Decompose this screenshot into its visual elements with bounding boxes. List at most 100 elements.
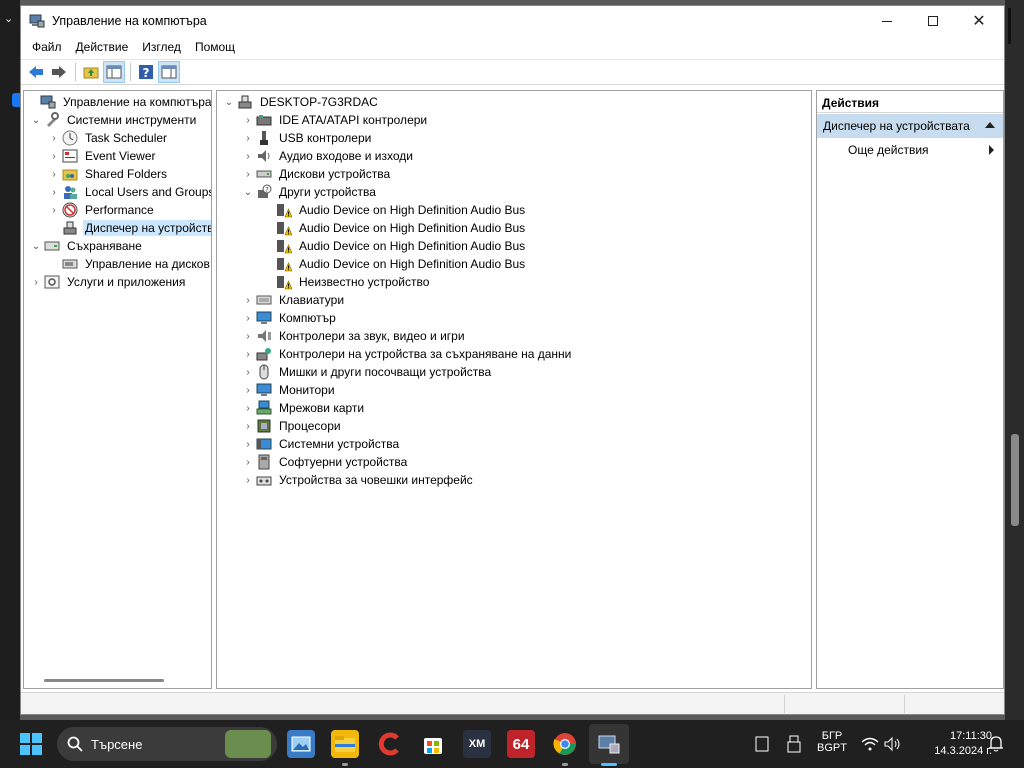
chevron-right-icon[interactable]: ›: [240, 471, 256, 489]
back-button[interactable]: [25, 61, 47, 83]
chevron-right-icon[interactable]: ›: [240, 147, 256, 165]
tree-item-category[interactable]: › Системни устройства: [240, 435, 401, 453]
console-tree-pane[interactable]: Управление на компютъра (л ⌄ Системни ин…: [23, 90, 212, 689]
clock[interactable]: 17:11:30 14.3.2024 г.: [912, 729, 992, 759]
volume-icon[interactable]: [884, 736, 902, 752]
taskbar-search[interactable]: Търсене: [57, 727, 277, 761]
tree-item-computer-root[interactable]: ⌄ DESKTOP-7G3RDAC: [221, 93, 380, 111]
tablet-icon[interactable]: [755, 736, 769, 752]
chevron-down-icon[interactable]: ⌄: [240, 183, 256, 201]
computer-management-icon[interactable]: [595, 730, 623, 758]
microsoft-store-icon[interactable]: [419, 730, 447, 758]
chevron-right-icon[interactable]: ›: [240, 327, 256, 345]
tree-item-performance[interactable]: › Performance: [46, 201, 156, 219]
maximize-button[interactable]: [910, 6, 956, 36]
chevron-right-icon[interactable]: ›: [240, 417, 256, 435]
chrome-icon[interactable]: [551, 730, 579, 758]
chevron-down-icon[interactable]: ⌄: [28, 111, 44, 129]
expander[interactable]: [24, 93, 40, 111]
desktop-scrollbar-thumb[interactable]: [1011, 434, 1019, 526]
menu-action[interactable]: Действие: [69, 36, 136, 58]
tree-item-device[interactable]: Неизвестно устройство: [260, 273, 431, 291]
tree-item-other-devices[interactable]: ⌄ ? Други устройства: [240, 183, 378, 201]
tree-item-services[interactable]: › Услуги и приложения: [28, 273, 187, 291]
menu-file[interactable]: Файл: [25, 36, 69, 58]
chevron-right-icon[interactable]: ›: [46, 183, 62, 201]
tree-item-disk-management[interactable]: Управление на дисков: [46, 255, 211, 273]
actions-section-device-manager[interactable]: Диспечер на устройствата: [817, 114, 1003, 138]
menu-help[interactable]: Помощ: [188, 36, 242, 58]
menu-view[interactable]: Изглед: [135, 36, 188, 58]
language-indicator[interactable]: БГР BGPT: [815, 730, 849, 754]
tree-item-device[interactable]: Audio Device on High Definition Audio Bu…: [260, 237, 527, 255]
collapse-up-icon[interactable]: [985, 122, 995, 128]
tree-item-category[interactable]: › Софтуерни устройства: [240, 453, 409, 471]
tree-item-task-scheduler[interactable]: › Task Scheduler: [46, 129, 169, 147]
tree-item-local-users[interactable]: › Local Users and Groups: [46, 183, 211, 201]
tree-item-event-viewer[interactable]: › Event Viewer: [46, 147, 157, 165]
disk-drive-icon: [256, 170, 272, 178]
chevron-right-icon[interactable]: ›: [240, 399, 256, 417]
chevron-right-icon[interactable]: ›: [240, 381, 256, 399]
tree-item-storage[interactable]: ⌄ Съхраняване: [28, 237, 144, 255]
help-button[interactable]: ?: [135, 61, 157, 83]
chevron-right-icon[interactable]: ›: [46, 201, 62, 219]
chevron-right-icon[interactable]: ›: [240, 435, 256, 453]
chevron-right-icon[interactable]: ›: [240, 363, 256, 381]
device-tree-pane[interactable]: ⌄ DESKTOP-7G3RDAC › IDE ATA/ATAPI контрол…: [216, 90, 812, 689]
notification-bell-icon[interactable]: [988, 735, 1004, 753]
tree-item-category[interactable]: › USB контролери: [240, 129, 373, 147]
show-hide-action-pane-button[interactable]: [158, 61, 180, 83]
chevron-right-icon[interactable]: ›: [240, 345, 256, 363]
aida64-icon[interactable]: 64: [507, 730, 535, 758]
chevron-right-icon[interactable]: ›: [240, 111, 256, 129]
close-button[interactable]: ✕: [956, 6, 1002, 36]
tree-item-category[interactable]: › Процесори: [240, 417, 343, 435]
tree-item-device[interactable]: Audio Device on High Definition Audio Bu…: [260, 255, 527, 273]
tree-item-category[interactable]: › Аудио входове и изходи: [240, 147, 415, 165]
xmplay-icon[interactable]: XM: [463, 730, 491, 758]
usb-device-icon[interactable]: [787, 735, 801, 753]
tree-item-device[interactable]: Audio Device on High Definition Audio Bu…: [260, 201, 527, 219]
tree-item-shared-folders[interactable]: › Shared Folders: [46, 165, 169, 183]
tree-item-category[interactable]: › Компютър: [240, 309, 338, 327]
horizontal-scrollbar[interactable]: [44, 679, 164, 682]
start-button[interactable]: [20, 733, 42, 755]
tree-item-category[interactable]: › IDE ATA/ATAPI контролери: [240, 111, 429, 129]
chevron-down-icon[interactable]: ⌄: [221, 93, 237, 111]
tree-item-root[interactable]: Управление на компютъра (л: [24, 93, 211, 111]
file-explorer-icon[interactable]: [331, 730, 359, 758]
tree-item-category[interactable]: › Клавиатури: [240, 291, 346, 309]
chevron-right-icon[interactable]: ›: [240, 291, 256, 309]
chevron-right-icon[interactable]: ›: [240, 165, 256, 183]
tree-item-category[interactable]: › Мишки и други посочващи устройства: [240, 363, 493, 381]
wifi-icon[interactable]: [861, 737, 879, 751]
maximize-icon: [928, 16, 938, 26]
show-hide-console-tree-button[interactable]: [103, 61, 125, 83]
tree-item-category[interactable]: › Мрежови карти: [240, 399, 366, 417]
chevron-right-icon[interactable]: ›: [240, 129, 256, 147]
tree-item-device-manager[interactable]: Диспечер на устройств: [46, 219, 211, 237]
chevron-right-icon[interactable]: ›: [240, 453, 256, 471]
up-one-level-button[interactable]: [80, 61, 102, 83]
chevron-down-icon[interactable]: ⌄: [28, 237, 44, 255]
more-actions-link[interactable]: Още действия: [848, 143, 929, 157]
chevron-right-icon[interactable]: ›: [46, 147, 62, 165]
forward-button[interactable]: [48, 61, 70, 83]
tree-item-category[interactable]: › Монитори: [240, 381, 337, 399]
tree-item-category[interactable]: › Контролери на устройства за съхраняване…: [240, 345, 573, 363]
chevron-right-icon[interactable]: ›: [46, 129, 62, 147]
title-bar[interactable]: Управление на компютъра ✕: [21, 6, 1004, 36]
tree-item-category[interactable]: › Устройства за човешки интерфейс: [240, 471, 475, 489]
minimize-button[interactable]: [864, 6, 910, 36]
chevron-right-icon[interactable]: ›: [28, 273, 44, 291]
tree-item-category[interactable]: › Дискови устройства: [240, 165, 392, 183]
tree-item-system-tools[interactable]: ⌄ Системни инструменти: [28, 111, 198, 129]
photos-icon[interactable]: [287, 730, 315, 758]
chevron-right-icon[interactable]: ›: [46, 165, 62, 183]
tree-item-device[interactable]: Audio Device on High Definition Audio Bu…: [260, 219, 527, 237]
ccleaner-icon[interactable]: [375, 730, 403, 758]
chevron-right-icon[interactable]: ›: [240, 309, 256, 327]
chevron-right-icon[interactable]: [989, 145, 994, 155]
tree-item-category[interactable]: › Контролери за звук, видео и игри: [240, 327, 467, 345]
